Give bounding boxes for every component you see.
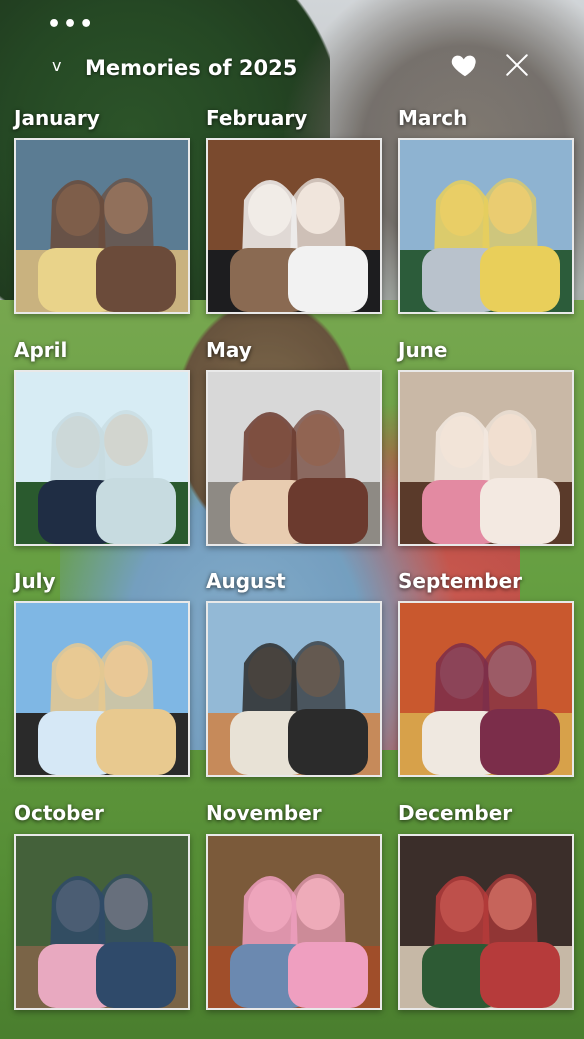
month-label: November [206, 801, 322, 825]
month-label: September [398, 569, 522, 593]
month-label: October [14, 801, 104, 825]
month-photo-september[interactable] [398, 601, 574, 777]
month-photo-may[interactable] [206, 370, 382, 546]
month-photo-november[interactable] [206, 834, 382, 1010]
month-label: May [206, 338, 252, 362]
month-photo-october[interactable] [14, 834, 190, 1010]
month-label: August [206, 569, 286, 593]
month-label: March [398, 106, 468, 130]
month-photo-december[interactable] [398, 834, 574, 1010]
month-photo-april[interactable] [14, 370, 190, 546]
month-photo-january[interactable] [14, 138, 190, 314]
month-label: July [14, 569, 56, 593]
month-label: February [206, 106, 308, 130]
month-photo-june[interactable] [398, 370, 574, 546]
month-photo-august[interactable] [206, 601, 382, 777]
month-label: December [398, 801, 513, 825]
month-photo-july[interactable] [14, 601, 190, 777]
month-photo-february[interactable] [206, 138, 382, 314]
months-grid: January February March April May June July Augu… [0, 0, 584, 1039]
month-label: January [14, 106, 100, 130]
month-label: June [398, 338, 448, 362]
month-photo-march[interactable] [398, 138, 574, 314]
month-label: April [14, 338, 68, 362]
